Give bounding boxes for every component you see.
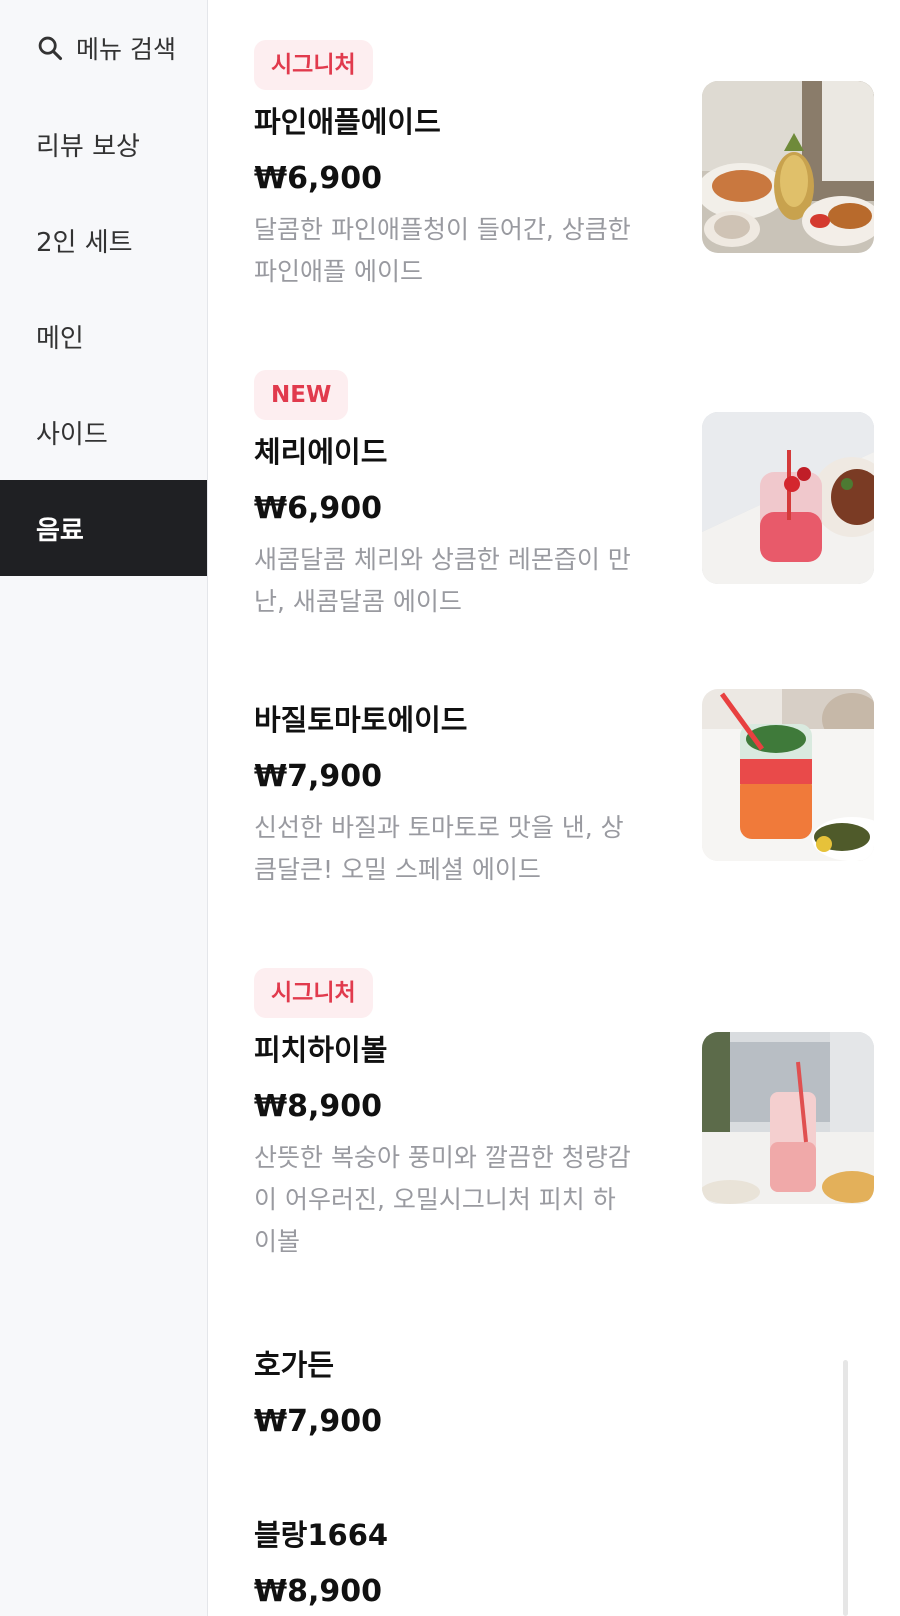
basil-tomato-ade-photo[interactable] bbox=[702, 689, 874, 861]
sidebar-item-label: 음료 bbox=[36, 515, 84, 546]
menu-item-cherry-ade[interactable]: NEW 체리에이드 ₩6,900 새콤달콤 체리와 상큼한 레몬즙이 만난, 새… bbox=[254, 370, 874, 623]
sidebar-item-drinks[interactable]: 음료 bbox=[0, 480, 207, 576]
menu-item-name: 블랑1664 bbox=[254, 1518, 389, 1552]
pineapple-ade-photo[interactable] bbox=[702, 81, 874, 253]
menu-item-description: 산뜻한 복숭아 풍미와 깔끔한 청량감이 어우러진, 오밀시그니처 피치 하이볼 bbox=[254, 1143, 631, 1256]
menu-search-button[interactable]: 메뉴 검색 bbox=[0, 0, 207, 96]
sidebar-item-review-reward[interactable]: 리뷰 보상 bbox=[0, 96, 207, 192]
menu-item-peach-highball[interactable]: 시그니처 피치하이볼 ₩8,900 산뜻한 복숭아 풍미와 깔끔한 청량감이 어… bbox=[254, 968, 874, 1263]
sidebar-item-label: 사이드 bbox=[36, 419, 108, 450]
menu-list: 시그니처 파인애플에이드 ₩6,900 달콤한 파인애플청이 들어간, 상큼한 … bbox=[209, 0, 900, 1616]
signature-badge: 시그니처 bbox=[254, 40, 373, 90]
cherry-ade-photo[interactable] bbox=[702, 412, 874, 584]
menu-item-price: ₩8,900 bbox=[254, 1574, 382, 1609]
signature-badge: 시그니처 bbox=[254, 968, 373, 1018]
scrollbar[interactable] bbox=[843, 1360, 848, 1616]
sidebar-item-label: 리뷰 보상 bbox=[36, 131, 140, 162]
new-badge: NEW bbox=[254, 370, 349, 420]
menu-item-description: 신선한 바질과 토마토로 맛을 낸, 상큼달큰! 오밀 스페셜 에이드 bbox=[254, 813, 624, 884]
category-sidebar: 메뉴 검색 리뷰 보상 2인 세트 메인 사이드 음료 bbox=[0, 0, 208, 1616]
peach-highball-photo[interactable] bbox=[702, 1032, 874, 1204]
menu-item-blanc-1664[interactable]: 블랑1664 ₩8,900 bbox=[254, 1515, 874, 1614]
menu-item-basil-tomato-ade[interactable]: 바질토마토에이드 ₩7,900 신선한 바질과 토마토로 맛을 낸, 상큼달큰!… bbox=[254, 689, 874, 891]
search-icon bbox=[36, 34, 64, 62]
menu-search-label: 메뉴 검색 bbox=[76, 35, 176, 64]
sidebar-item-side[interactable]: 사이드 bbox=[0, 384, 207, 480]
menu-item-description: 달콤한 파인애플청이 들어간, 상큼한 파인애플 에이드 bbox=[254, 215, 631, 286]
sidebar-item-set-for-two[interactable]: 2인 세트 bbox=[0, 192, 207, 288]
app: 메뉴 검색 리뷰 보상 2인 세트 메인 사이드 음료 시그니처 파인애플에이드… bbox=[0, 0, 900, 1616]
menu-item-description: 새콤달콤 체리와 상큼한 레몬즙이 만난, 새콤달콤 에이드 bbox=[254, 545, 631, 616]
menu-item-hoegaarden[interactable]: 호가든 ₩7,900 bbox=[254, 1345, 874, 1444]
menu-item-price: ₩7,900 bbox=[254, 1404, 382, 1439]
menu-item-name: 호가든 bbox=[254, 1348, 335, 1382]
sidebar-item-label: 메인 bbox=[36, 323, 84, 354]
sidebar-item-main[interactable]: 메인 bbox=[0, 288, 207, 384]
menu-item-pineapple-ade[interactable]: 시그니처 파인애플에이드 ₩6,900 달콤한 파인애플청이 들어간, 상큼한 … bbox=[254, 40, 874, 293]
sidebar-item-label: 2인 세트 bbox=[36, 227, 133, 258]
